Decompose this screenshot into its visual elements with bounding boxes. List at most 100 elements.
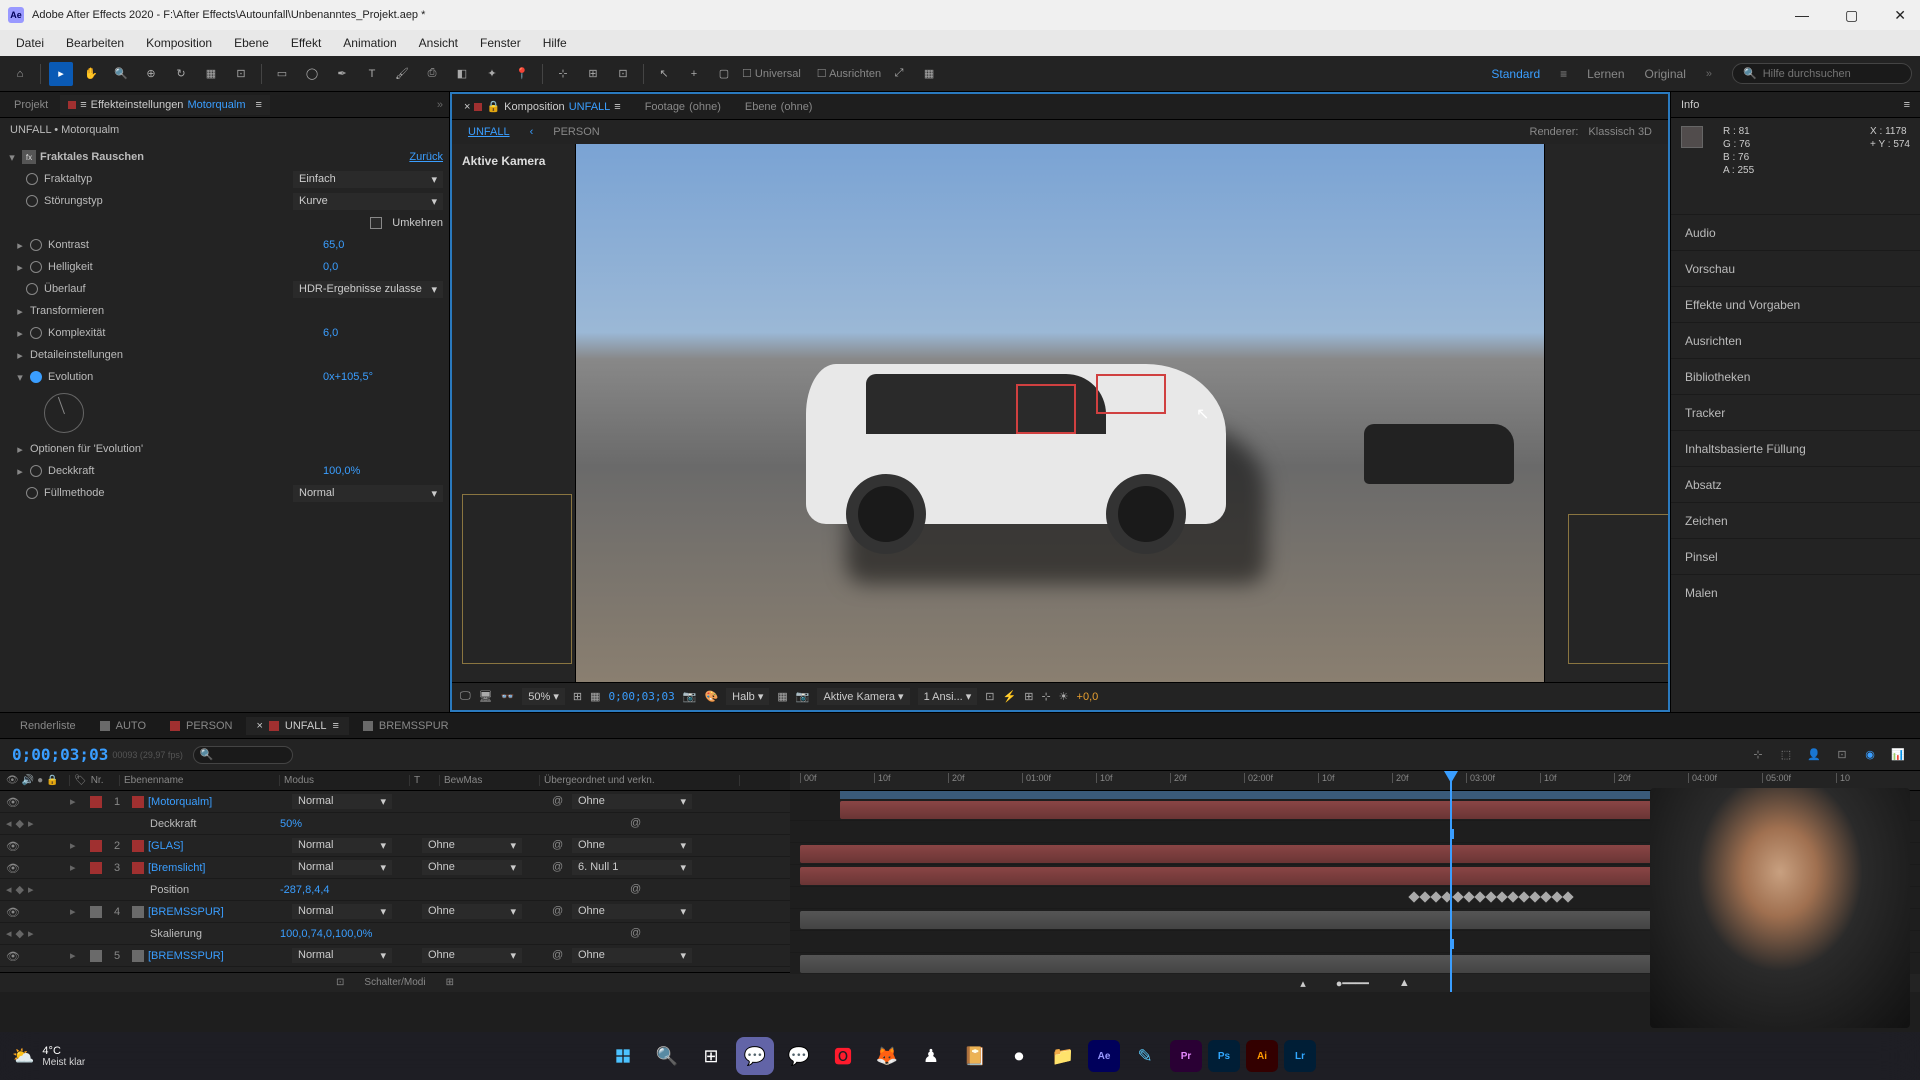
fast-preview-icon[interactable]: ⚡: [1003, 690, 1017, 703]
exposure-value[interactable]: +0,0: [1077, 691, 1099, 703]
roto-tool[interactable]: ✦: [480, 62, 504, 86]
comp-mini-flowchart-icon[interactable]: ⊹: [1748, 745, 1768, 765]
panel-character[interactable]: Zeichen: [1671, 502, 1920, 538]
transparency-icon[interactable]: ▦: [777, 690, 787, 703]
playhead[interactable]: [1450, 771, 1452, 992]
reset-link[interactable]: Zurück: [409, 151, 443, 163]
premiere-icon[interactable]: Pr: [1170, 1040, 1202, 1072]
twirl-icon[interactable]: ▸: [14, 261, 26, 274]
camera-tool[interactable]: ▦: [199, 62, 223, 86]
app-icon[interactable]: ♟: [912, 1037, 950, 1075]
keyframe-nav-prev[interactable]: ◂: [6, 883, 12, 896]
stopwatch-icon[interactable]: [30, 327, 42, 339]
draft-3d-icon[interactable]: ⬚: [1776, 745, 1796, 765]
evolution-dial[interactable]: [44, 393, 84, 433]
camera-dropdown[interactable]: Aktive Kamera ▾: [817, 688, 909, 705]
world-axis-icon[interactable]: ⊞: [581, 62, 605, 86]
ellipse-tool[interactable]: ◯: [300, 62, 324, 86]
twirl-icon[interactable]: ▸: [70, 839, 76, 852]
blend-mode-dropdown[interactable]: Normal▾: [292, 838, 392, 853]
rect-tool[interactable]: ▭: [270, 62, 294, 86]
track-matte-dropdown[interactable]: Ohne▾: [422, 904, 522, 919]
magnification-icon[interactable]: 🖵: [460, 690, 471, 703]
workspace-original[interactable]: Original: [1645, 67, 1686, 81]
pickwhip-icon[interactable]: @: [552, 839, 566, 853]
stopwatch-on-icon[interactable]: [30, 371, 42, 383]
stoerung-dropdown[interactable]: Kurve▾: [293, 193, 443, 210]
twirl-icon[interactable]: ▸: [14, 465, 26, 478]
explorer-icon[interactable]: 📁: [1044, 1037, 1082, 1075]
parent-dropdown[interactable]: Ohne▾: [572, 904, 692, 919]
ueberlauf-dropdown[interactable]: HDR-Ergebnisse zulasse▾: [293, 281, 443, 298]
pickwhip-icon[interactable]: @: [552, 949, 566, 963]
layer-name[interactable]: [BREMSSPUR]: [148, 950, 224, 962]
roi-icon[interactable]: ▦: [590, 690, 600, 703]
brush-tool[interactable]: 🖌: [390, 62, 414, 86]
renderer-value[interactable]: Klassisch 3D: [1588, 126, 1652, 138]
photoshop-icon[interactable]: Ps: [1208, 1040, 1240, 1072]
twirl-icon[interactable]: ▸: [70, 861, 76, 874]
app-icon[interactable]: ✎: [1126, 1037, 1164, 1075]
panel-tracker[interactable]: Tracker: [1671, 394, 1920, 430]
composition-tab[interactable]: × 🔒 Komposition UNFALL≡: [458, 97, 627, 116]
start-button[interactable]: [604, 1037, 642, 1075]
pickwhip-icon[interactable]: @: [630, 927, 644, 941]
comp-nav-person[interactable]: PERSON: [553, 126, 599, 138]
help-search[interactable]: 🔍: [1732, 63, 1912, 84]
twirl-icon[interactable]: ▸: [14, 305, 26, 318]
pickwhip-icon[interactable]: @: [552, 795, 566, 809]
snapping-checkbox[interactable]: ☐ Universal: [742, 67, 801, 80]
panel-paint[interactable]: Malen: [1671, 574, 1920, 610]
stopwatch-icon[interactable]: [30, 261, 42, 273]
toggle-switches-icon[interactable]: ⊡: [336, 977, 344, 988]
task-view-icon[interactable]: ⊞: [692, 1037, 730, 1075]
tracker-marker[interactable]: [1096, 374, 1166, 414]
evolution-value[interactable]: 0x+105,5°: [323, 371, 443, 383]
close-button[interactable]: ✕: [1888, 7, 1912, 24]
keyframe-cluster[interactable]: [1410, 893, 1572, 903]
stopwatch-icon[interactable]: [26, 283, 38, 295]
parent-dropdown[interactable]: Ohne▾: [572, 948, 692, 963]
add-keyframe-icon[interactable]: ◆: [16, 883, 24, 896]
menu-ansicht[interactable]: Ansicht: [409, 33, 468, 53]
label-color[interactable]: [90, 862, 102, 874]
property-row[interactable]: ◂◆▸ Skalierung 100,0,74,0,100,0% @: [0, 923, 790, 945]
exposure-reset-icon[interactable]: ☀: [1059, 690, 1069, 703]
stopwatch-icon[interactable]: [30, 465, 42, 477]
panel-menu-icon[interactable]: ≡: [1904, 99, 1910, 111]
channel-icon[interactable]: 🎨: [704, 690, 718, 703]
layer-row[interactable]: 👁 ▸ 3 [Bremslicht] Normal▾ Ohne▾ @6. Nul…: [0, 857, 790, 879]
property-value[interactable]: 100,0,74,0,100,0%: [280, 928, 372, 940]
keyframe-nav-prev[interactable]: ◂: [6, 927, 12, 940]
fraktaltyp-dropdown[interactable]: Einfach▾: [293, 171, 443, 188]
menu-effekt[interactable]: Effekt: [281, 33, 331, 53]
pickwhip-icon[interactable]: @: [552, 905, 566, 919]
shy-icon[interactable]: 👤: [1804, 745, 1824, 765]
project-tab[interactable]: Projekt: [6, 95, 56, 115]
flowchart-icon[interactable]: ⊹: [1041, 690, 1050, 703]
parent-dropdown[interactable]: 6. Null 1▾: [572, 860, 692, 875]
search-taskbar-icon[interactable]: 🔍: [648, 1037, 686, 1075]
motion-blur-icon[interactable]: ◉: [1860, 745, 1880, 765]
panel-vorschau[interactable]: Vorschau: [1671, 250, 1920, 286]
fx-badge-icon[interactable]: fx: [22, 150, 36, 164]
panel-libraries[interactable]: Bibliotheken: [1671, 358, 1920, 394]
3d-view-icon[interactable]: 📷: [796, 690, 810, 703]
align-icon[interactable]: ⤢: [887, 62, 911, 86]
effect-title[interactable]: Fraktales Rauschen: [40, 151, 405, 163]
property-row[interactable]: ◂◆▸ Deckkraft 50% @: [0, 813, 790, 835]
zoom-slider[interactable]: ●━━━━: [1336, 977, 1369, 990]
eraser-tool[interactable]: ◧: [450, 62, 474, 86]
effect-controls-tab[interactable]: ≡ Effekteinstellungen Motorqualm ≡: [60, 95, 270, 115]
stopwatch-icon[interactable]: [26, 195, 38, 207]
search-input[interactable]: [1763, 68, 1901, 80]
parent-dropdown[interactable]: Ohne▾: [572, 838, 692, 853]
workspace-standard[interactable]: Standard: [1491, 67, 1540, 81]
keyframe-nav-next[interactable]: ▸: [28, 817, 34, 830]
blend-mode-dropdown[interactable]: Normal▾: [292, 860, 392, 875]
property-row[interactable]: ◂◆▸ Position -287,8,4,4 @: [0, 879, 790, 901]
twirl-icon[interactable]: ▾: [6, 151, 18, 164]
zoom-out-icon[interactable]: ▴: [1300, 977, 1306, 990]
align-checkbox[interactable]: ☐ Ausrichten: [817, 67, 881, 80]
tl-tab-bremsspur[interactable]: BREMSSPUR: [353, 717, 459, 735]
